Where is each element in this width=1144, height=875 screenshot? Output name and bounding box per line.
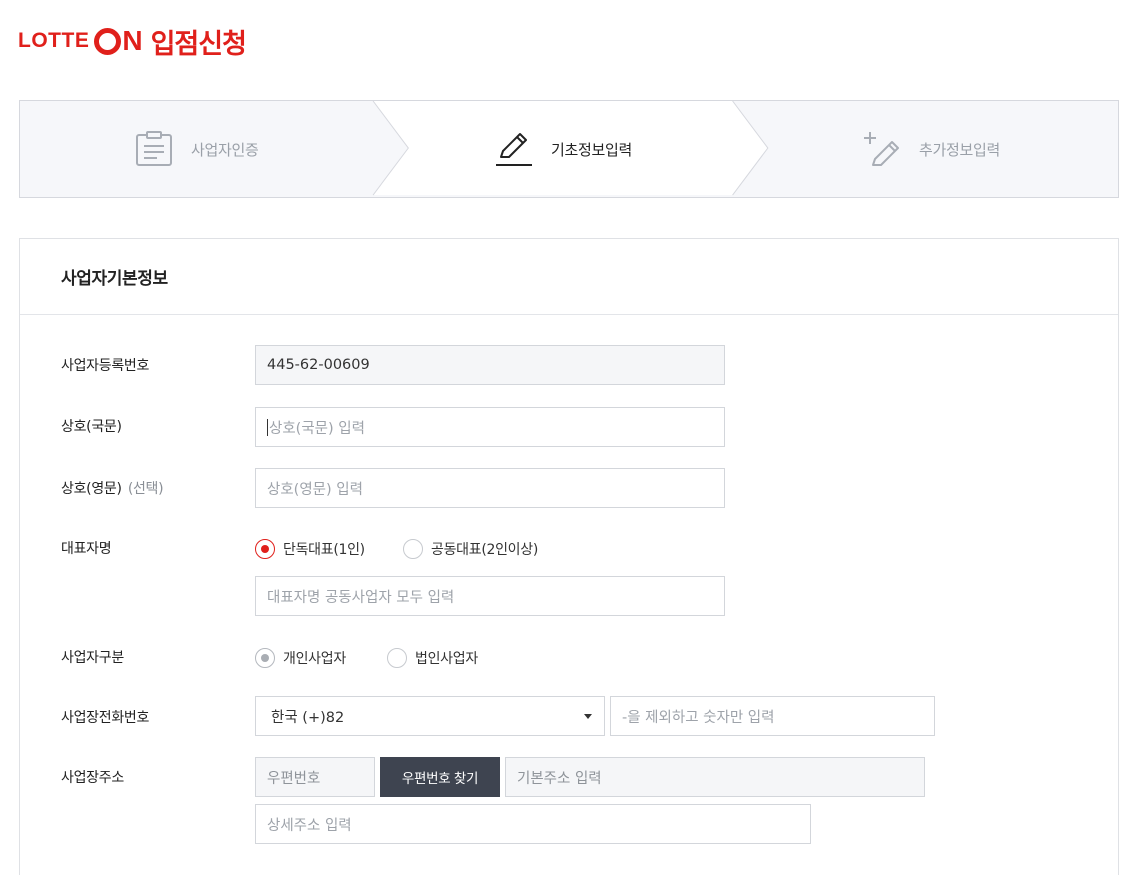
radio-unselected-icon — [387, 648, 407, 668]
representative-name-input[interactable]: 대표자명 공동사업자 모두 입력 — [255, 576, 725, 616]
base-address-field: 기본주소 입력 — [505, 757, 925, 797]
logo-on-n-letter: N — [122, 25, 143, 56]
detail-address-input[interactable]: 상세주소 입력 — [255, 804, 811, 844]
business-number-field: 445-62-00609 — [255, 345, 725, 385]
zip-code-field: 우편번호 — [255, 757, 375, 797]
step-label: 기초정보입력 — [551, 140, 633, 159]
radio-label: 단독대표(1인) — [283, 542, 365, 558]
country-code-value: 한국 (+)82 — [271, 709, 345, 726]
business-number-label: 사업자등록번호 — [61, 358, 150, 374]
text-cursor — [267, 418, 268, 436]
radio-label: 공동대표(2인이상) — [431, 542, 538, 558]
radio-label: 법인사업자 — [415, 651, 478, 667]
section-title: 사업자기본정보 — [61, 269, 168, 289]
radio-individual-business[interactable]: 개인사업자 — [255, 648, 346, 668]
phone-number-placeholder: -을 제외하고 숫자만 입력 — [622, 709, 775, 726]
company-name-en-placeholder: 상호(영문) 입력 — [267, 481, 363, 498]
business-info-card: 사업자기본정보 사업자등록번호 445-62-00609 상호(국문) 상호(국… — [19, 238, 1119, 875]
company-name-kr-placeholder: 상호(국문) 입력 — [269, 420, 365, 437]
logo-on-circle — [94, 27, 122, 55]
radio-label: 개인사업자 — [283, 651, 346, 667]
company-name-kr-input[interactable]: 상호(국문) 입력 — [255, 407, 725, 447]
step-label: 추가정보입력 — [919, 140, 1001, 159]
business-number-value: 445-62-00609 — [267, 357, 370, 373]
country-code-select[interactable]: 한국 (+)82 — [255, 696, 605, 736]
find-zip-code-button[interactable]: 우편번호 찾기 — [380, 757, 500, 797]
lotte-on-logo[interactable]: LOTTE N 입점신청 — [18, 24, 247, 60]
card-header: 사업자기본정보 — [20, 239, 1118, 315]
radio-selected-icon — [255, 539, 275, 559]
logo-lotte-text: LOTTE — [18, 29, 90, 52]
add-pencil-icon — [863, 130, 901, 168]
company-name-en-label-text: 상호(영문) — [61, 481, 122, 497]
step-business-verification: 사업자인증 — [135, 101, 259, 197]
radio-unselected-icon — [403, 539, 423, 559]
step-additional-info: 추가정보입력 — [863, 101, 1000, 197]
business-type-label: 사업자구분 — [61, 650, 124, 666]
representative-label: 대표자명 — [61, 541, 112, 557]
address-label: 사업장주소 — [61, 770, 124, 786]
zip-code-placeholder: 우편번호 — [267, 770, 321, 787]
page-title: 입점신청 — [150, 28, 247, 60]
clipboard-icon — [135, 130, 173, 168]
step-basic-info: 기초정보입력 — [495, 101, 632, 197]
company-name-en-input[interactable]: 상호(영문) 입력 — [255, 468, 725, 508]
company-name-en-label: 상호(영문) (선택) — [61, 478, 164, 498]
phone-label: 사업장전화번호 — [61, 710, 150, 726]
radio-selected-icon — [255, 648, 275, 668]
chevron-down-icon — [584, 714, 592, 719]
radio-corporate-business[interactable]: 법인사업자 — [387, 648, 478, 668]
pencil-icon — [495, 130, 533, 168]
optional-tag: (선택) — [127, 481, 164, 497]
logo-on-mark: N — [94, 25, 143, 56]
representative-name-placeholder: 대표자명 공동사업자 모두 입력 — [267, 589, 455, 606]
company-name-kr-label: 상호(국문) — [61, 419, 122, 435]
progress-stepper: 사업자인증 기초정보입력 추가정보입력 — [19, 100, 1119, 198]
radio-sole-representative[interactable]: 단독대표(1인) — [255, 539, 365, 559]
detail-address-placeholder: 상세주소 입력 — [267, 817, 352, 834]
radio-joint-representative[interactable]: 공동대표(2인이상) — [403, 539, 538, 559]
phone-number-input[interactable]: -을 제외하고 숫자만 입력 — [610, 696, 935, 736]
base-address-placeholder: 기본주소 입력 — [517, 770, 602, 787]
step-label: 사업자인증 — [191, 140, 259, 159]
